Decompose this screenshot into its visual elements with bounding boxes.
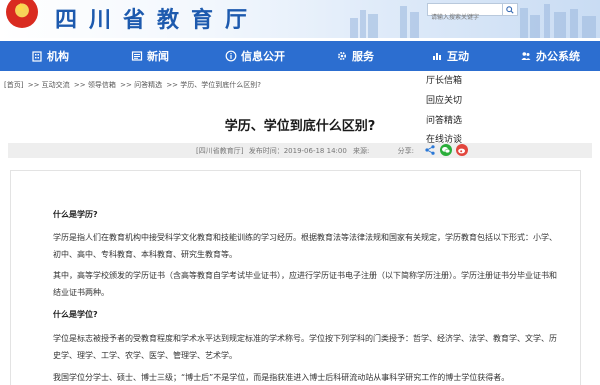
published-time: 2019-06-18 14:00 <box>283 147 347 155</box>
chart-icon <box>433 53 441 60</box>
from-label: 来源: <box>353 147 370 155</box>
article-meta: [四川省教育厅] 发布时间：2019-06-18 14:00 来源: 分享: <box>196 146 414 156</box>
building-icon <box>32 51 42 62</box>
gear-icon <box>337 51 347 61</box>
nav-label: 信息公开 <box>241 50 285 63</box>
breadcrumb-item[interactable]: >> 领导信箱 <box>74 81 116 89</box>
article-content: 什么是学历? 学历是指人们在教育机构中接受科学文化教育和技能训练的学习经历。根据… <box>10 170 581 385</box>
search-field[interactable] <box>427 3 503 23</box>
published-label: 发布时间： <box>248 147 284 155</box>
national-emblem-icon <box>6 0 38 28</box>
newspaper-icon <box>131 51 143 61</box>
site-title: 四川省教育厅 <box>55 8 260 33</box>
users-icon <box>521 52 531 60</box>
nav-item-xinxigongkai[interactable]: 信息公开 <box>200 41 310 71</box>
nav-item-xinwen[interactable]: 新闻 <box>100 41 200 71</box>
share-label: 分享: <box>397 147 414 155</box>
breadcrumb-item[interactable]: >> 问答精选 <box>120 81 162 89</box>
nav-label: 服务 <box>352 50 374 63</box>
nav-item-bangongxitong[interactable]: 办公系统 <box>500 41 600 71</box>
nav-item-fuwu[interactable]: 服务 <box>310 41 400 71</box>
search-icon <box>506 5 514 14</box>
article-paragraph: 学历是指人们在教育机构中接受科学文化教育和技能训练的学习经历。根据教育法等法律法… <box>53 233 557 259</box>
nav-label: 新闻 <box>147 50 169 63</box>
search-input[interactable] <box>428 12 502 23</box>
article-paragraph: 学位是标志被授予者的受教育程度和学术水平达到规定标准的学术称号。学位按下列学科的… <box>53 334 557 360</box>
nav-label: 办公系统 <box>536 50 580 63</box>
breadcrumb-item[interactable]: >> 互动交流 <box>28 81 70 89</box>
dropdown-item-huiyingguanqie[interactable]: 回应关切 <box>417 91 479 111</box>
weibo-share-icon[interactable] <box>456 144 468 156</box>
breadcrumb-current: >> 学历、学位到底什么区别? <box>166 81 261 89</box>
section-heading: 什么是学历? <box>53 210 98 219</box>
site-header: 四川省教育厅 <box>0 0 600 38</box>
article-paragraph: 其中，高等学校颁发的学历证书（含高等教育自学考试毕业证书），应进行学历证书电子注… <box>53 271 557 297</box>
article-meta-bar: [四川省教育厅] 发布时间：2019-06-18 14:00 来源: 分享: <box>8 143 592 158</box>
wechat-share-icon[interactable] <box>440 144 452 156</box>
dropdown-item-tingzhangxinxiang[interactable]: 厅长信箱 <box>417 71 479 91</box>
article-paragraph: 我国学位分学士、硕士、博士三级；“博士后”不是学位，而是指获准进入博士后科研流动… <box>53 373 510 382</box>
breadcrumb-home[interactable]: [首页] <box>4 81 23 89</box>
nav-label: 机构 <box>47 50 69 63</box>
nav-label: 互动 <box>447 50 469 63</box>
main-nav: 机构 新闻 信息公开 服务 互动 办公系统 <box>0 41 600 71</box>
article-source: [四川省教育厅] <box>196 147 244 155</box>
search-button[interactable] <box>503 3 518 16</box>
nav-item-jigou[interactable]: 机构 <box>0 41 100 71</box>
section-heading: 什么是学位? <box>53 310 98 319</box>
share-icon[interactable] <box>424 144 436 156</box>
breadcrumb: [首页] >> 互动交流 >> 领导信箱 >> 问答精选 >> 学历、学位到底什… <box>4 80 263 90</box>
info-icon <box>225 50 237 62</box>
article-title: 学历、学位到底什么区别? <box>224 119 376 134</box>
nav-item-hudong[interactable]: 互动 <box>400 41 500 71</box>
